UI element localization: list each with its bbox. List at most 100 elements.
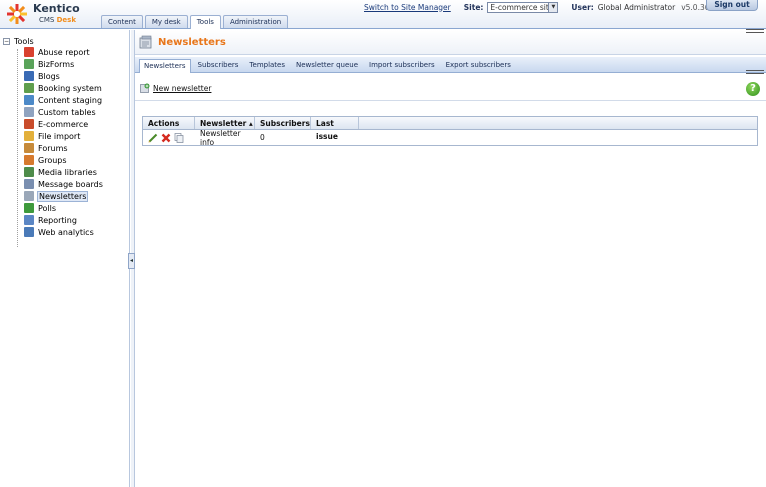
action-bar: New newsletter ? [135,75,766,101]
logo-subtitle: CMS Desk [39,16,76,25]
sidebar-item-label: Forums [38,143,68,153]
tree-guide-line [17,49,18,247]
subtab-newsletter-queue[interactable]: Newsletter queue [292,59,362,72]
sidebar-item-content-staging[interactable]: Content staging [24,94,104,106]
newsletter-icon [24,191,34,201]
sidebar-item-abuse-report[interactable]: Abuse report [24,46,104,58]
sidebar-item-polls[interactable]: Polls [24,202,104,214]
subtab-templates[interactable]: Templates [245,59,289,72]
help-icon[interactable]: ? [746,82,760,96]
maximize-icon[interactable] [746,29,764,33]
poll-icon [24,203,34,213]
warning-icon [24,47,34,57]
tab-my-desk[interactable]: My desk [144,15,188,28]
site-label: Site: [463,2,484,12]
site-select-value: E-commerce site [490,2,554,12]
forum-icon [24,143,34,153]
logo-title: Kentico [33,2,80,15]
kentico-logo: Kentico CMS Desk [6,3,86,27]
content-area: Newsletters Newsletters Subscribers Temp… [135,29,766,487]
cell-newsletter: Newsletter info [200,128,241,147]
sidebar-item-label: Web analytics [38,227,94,237]
subtabs: Newsletters Subscribers Templates Newsle… [139,59,518,73]
row-actions [143,132,195,143]
sidebar-item-label: File import [38,131,81,141]
analytics-icon [24,227,34,237]
sidebar-item-label: Polls [38,203,57,213]
header-bar: Kentico CMS Desk Switch to Site Manager … [0,0,766,29]
site-select[interactable]: E-commerce site ▼ [487,1,559,13]
main-tabs: Content My desk Tools Administration [101,15,290,29]
sidebar-item-label: E-commerce [38,119,89,129]
import-icon [24,131,34,141]
maximize-icon[interactable] [746,70,764,74]
sidebar-item-label: Message boards [38,179,103,189]
sidebar-item-forums[interactable]: Forums [24,142,104,154]
header-last-issue[interactable]: Last issue [311,117,359,141]
sidebar-item-label: Blogs [38,71,60,81]
header-newsletter[interactable]: Newsletter ▴ [195,117,255,129]
tree-list: Abuse report BizForms Blogs Booking system C… [24,46,104,238]
staging-icon [24,95,34,105]
board-icon [24,179,34,189]
collapse-icon[interactable]: − [3,37,10,45]
tools-tree: − Tools Abuse report BizForms Blogs Booking… [0,30,130,487]
sidebar-item-media-libraries[interactable]: Media libraries [24,166,104,178]
report-icon [24,215,34,225]
subtabs-bar: Newsletters Subscribers Templates Newsle… [135,57,766,74]
delete-icon[interactable] [161,133,171,143]
table-icon [24,107,34,117]
media-icon [24,167,34,177]
sidebar-item-file-import[interactable]: File import [24,130,104,142]
top-toolbar: Switch to Site Manager Site: E-commerce … [364,1,719,13]
sidebar-item-label: Abuse report [38,47,90,57]
cart-icon [24,119,34,129]
sidebar-item-blogs[interactable]: Blogs [24,70,104,82]
sidebar-item-newsletters[interactable]: Newsletters [24,190,104,202]
subtab-newsletters[interactable]: Newsletters [139,59,191,73]
logo-sub-desk: Desk [56,16,76,24]
logo-sub-cms: CMS [39,16,55,24]
tab-tools[interactable]: Tools [189,15,221,29]
edit-icon[interactable] [148,133,158,143]
book-icon [24,71,34,81]
subtab-subscribers[interactable]: Subscribers [194,59,243,72]
new-newsletter-button[interactable]: New newsletter [140,83,211,93]
kentico-logo-icon [7,4,27,24]
header-subscribers[interactable]: Subscribers [255,117,311,129]
sidebar-item-label: Booking system [38,83,102,93]
user-label: User: [571,2,594,12]
sidebar-item-label: Media libraries [38,167,97,177]
table-row: Newsletter info 0 [143,128,757,147]
sidebar-item-reporting[interactable]: Reporting [24,214,104,226]
sidebar-item-bizforms[interactable]: BizForms [24,58,104,70]
tree-root-label: Tools [14,36,34,46]
sidebar-item-label: Groups [38,155,67,165]
page-title: Newsletters [158,37,226,48]
sign-out-button[interactable]: Sign out [706,0,758,11]
form-icon [24,59,34,69]
sidebar-item-custom-tables[interactable]: Custom tables [24,106,104,118]
user-name: Global Administrator [597,2,676,12]
group-icon [24,155,34,165]
sidebar-item-message-boards[interactable]: Message boards [24,178,104,190]
tree-root[interactable]: − Tools [3,36,34,46]
subtab-import-subscribers[interactable]: Import subscribers [365,59,439,72]
sidebar-item-groups[interactable]: Groups [24,154,104,166]
new-newsletter-icon [140,83,150,93]
clone-icon[interactable] [174,132,184,143]
cell-subscribers: 0 [260,133,265,142]
sidebar-item-label: Newsletters [37,190,89,202]
tab-administration[interactable]: Administration [222,15,289,28]
sidebar-item-label: Content staging [38,95,103,105]
sidebar-item-web-analytics[interactable]: Web analytics [24,226,104,238]
chevron-down-icon[interactable]: ▼ [548,2,558,12]
sidebar-item-e-commerce[interactable]: E-commerce [24,118,104,130]
header-actions: Actions [143,117,195,129]
collapse-panel-icon[interactable]: ◂ [128,253,135,269]
sidebar-item-label: BizForms [38,59,75,69]
switch-to-site-manager-link[interactable]: Switch to Site Manager [364,3,451,12]
tab-content[interactable]: Content [101,15,143,28]
subtab-export-subscribers[interactable]: Export subscribers [442,59,515,72]
sidebar-item-booking-system[interactable]: Booking system [24,82,104,94]
